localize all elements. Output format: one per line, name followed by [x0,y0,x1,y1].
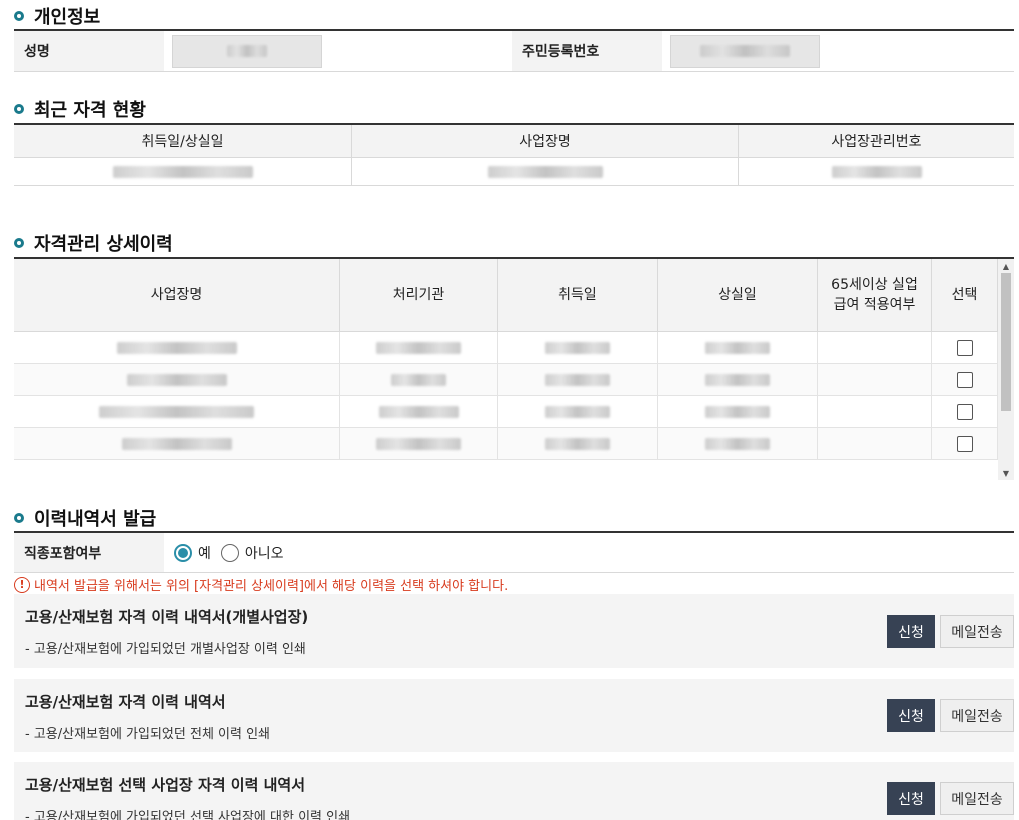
masked-cell [658,396,818,427]
select-checkbox[interactable] [932,332,998,363]
apply-button[interactable]: 신청 [887,615,935,648]
email-send-button[interactable]: 메일전송 [940,699,1014,732]
email-send-button[interactable]: 메일전송 [940,782,1014,815]
doc-card-all: 고용/산재보험 자격 이력 내역서 - 고용/산재보험에 가입되었던 전체 이력… [14,679,1014,752]
doc-desc: - 고용/산재보험에 가입되었던 전체 이력 인쇄 [25,727,271,742]
doc-card-individual: 고용/산재보험 자격 이력 내역서(개별사업장) - 고용/산재보험에 가입되었… [14,594,1014,668]
masked-cell [14,428,340,459]
section-bullet-icon [14,11,24,21]
checkbox-icon[interactable] [956,339,973,356]
empty-cell [818,428,932,459]
col-workplace: 사업장명 [14,259,340,331]
doc-title: 고용/산재보험 자격 이력 내역서(개별사업장) [25,608,309,626]
radio-no-label[interactable]: 아니오 [245,543,284,563]
checkbox-icon[interactable] [956,371,973,388]
table-row [14,158,1014,186]
history-scrollbar[interactable]: ▲ ▼ [998,259,1014,480]
col-workplace-id: 사업장관리번호 [831,134,922,150]
scroll-thumb[interactable] [1001,273,1011,411]
recent-status-title: 최근 자격 현황 [34,100,146,121]
empty-cell [818,332,932,363]
masked-cell [352,158,739,185]
masked-cell [498,428,658,459]
masked-cell [498,332,658,363]
col-over65-unemployment: 65세이상 실업급여 적용여부 [818,259,932,331]
issuance-title: 이력내역서 발급 [34,509,157,530]
col-loss-date: 상실일 [658,259,818,331]
masked-cell [658,364,818,395]
history-title: 자격관리 상세이력 [34,234,173,255]
masked-cell [658,332,818,363]
history-header: 사업장명 처리기관 취득일 상실일 65세이상 실업급여 적용여부 선택 [14,259,1014,332]
masked-cell [340,332,498,363]
col-acq-date: 취득일 [498,259,658,331]
col-agency: 처리기관 [340,259,498,331]
masked-cell [340,396,498,427]
name-field-masked [172,34,322,68]
notice-text: 내역서 발급을 위해서는 위의 [자격관리 상세이력]에서 해당 이력을 선택 … [34,579,509,594]
col-workplace-name: 사업장명 [352,125,739,157]
masked-cell [14,332,340,363]
email-send-button[interactable]: 메일전송 [940,615,1014,648]
masked-cell [14,396,340,427]
personal-info-table: 성명 주민등록번호 [14,29,1014,72]
name-value [164,31,512,71]
exclamation-icon: ! [14,576,30,593]
section-bullet-icon [14,513,24,523]
masked-cell [340,428,498,459]
masked-cell [498,364,658,395]
rrn-value [662,31,1010,71]
occupation-include-label: 직종포함여부 [14,533,164,572]
checkbox-icon[interactable] [956,403,973,420]
checkbox-icon[interactable] [956,435,973,452]
personal-info-section-title: 개인정보 [14,3,100,29]
history-section-title: 자격관리 상세이력 [14,230,173,256]
section-bullet-icon [14,104,24,114]
col-acq-loss-date: 취득일/상실일 [14,125,352,157]
empty-cell [818,396,932,427]
recent-status-header: 취득일/상실일 사업장명 사업장관리번호 [14,125,1014,158]
selection-notice: ! 내역서 발급을 위해서는 위의 [자격관리 상세이력]에서 해당 이력을 선… [14,575,508,594]
occupation-include-radio-group: 예 아니오 [164,533,284,572]
scroll-down-arrow-icon[interactable]: ▼ [998,466,1014,480]
recent-status-section-title: 최근 자격 현황 [14,96,146,122]
history-table: 사업장명 처리기관 취득일 상실일 65세이상 실업급여 적용여부 선택 ▲ ▼ [14,257,1014,480]
rrn-label: 주민등록번호 [512,31,662,71]
masked-cell [14,158,352,185]
doc-desc: - 고용/산재보험에 가입되었던 선택 사업장에 대한 이력 인쇄 [25,810,351,820]
issuance-section-title: 이력내역서 발급 [14,505,156,531]
name-label: 성명 [14,31,164,71]
table-row[interactable] [14,428,1014,460]
apply-button[interactable]: 신청 [887,782,935,815]
select-checkbox[interactable] [932,364,998,395]
col-select: 선택 [932,259,998,331]
doc-title: 고용/산재보험 선택 사업장 자격 이력 내역서 [25,776,305,794]
personal-info-title: 개인정보 [34,7,101,28]
radio-yes[interactable] [174,543,192,562]
recent-status-table: 취득일/상실일 사업장명 사업장관리번호 [14,123,1014,186]
table-row[interactable] [14,332,1014,364]
table-row[interactable] [14,396,1014,428]
masked-cell [498,396,658,427]
doc-card-selected: 고용/산재보험 선택 사업장 자격 이력 내역서 - 고용/산재보험에 가입되었… [14,762,1014,820]
issuance-options: 직종포함여부 예 아니오 [14,531,1014,573]
radio-yes-label[interactable]: 예 [198,543,211,563]
scroll-up-arrow-icon[interactable]: ▲ [998,259,1014,273]
table-row[interactable] [14,364,1014,396]
masked-cell [14,364,340,395]
select-checkbox[interactable] [932,428,998,459]
doc-desc: - 고용/산재보험에 가입되었던 개별사업장 이력 인쇄 [25,642,306,657]
masked-cell [658,428,818,459]
rrn-field-masked [670,34,820,68]
masked-cell [340,364,498,395]
apply-button[interactable]: 신청 [887,699,935,732]
select-checkbox[interactable] [932,396,998,427]
masked-cell [739,158,1014,185]
empty-cell [818,364,932,395]
col-over65-label: 65세이상 실업급여 적용여부 [831,277,918,313]
doc-title: 고용/산재보험 자격 이력 내역서 [25,693,226,711]
radio-no[interactable] [220,543,239,562]
section-bullet-icon [14,238,24,248]
